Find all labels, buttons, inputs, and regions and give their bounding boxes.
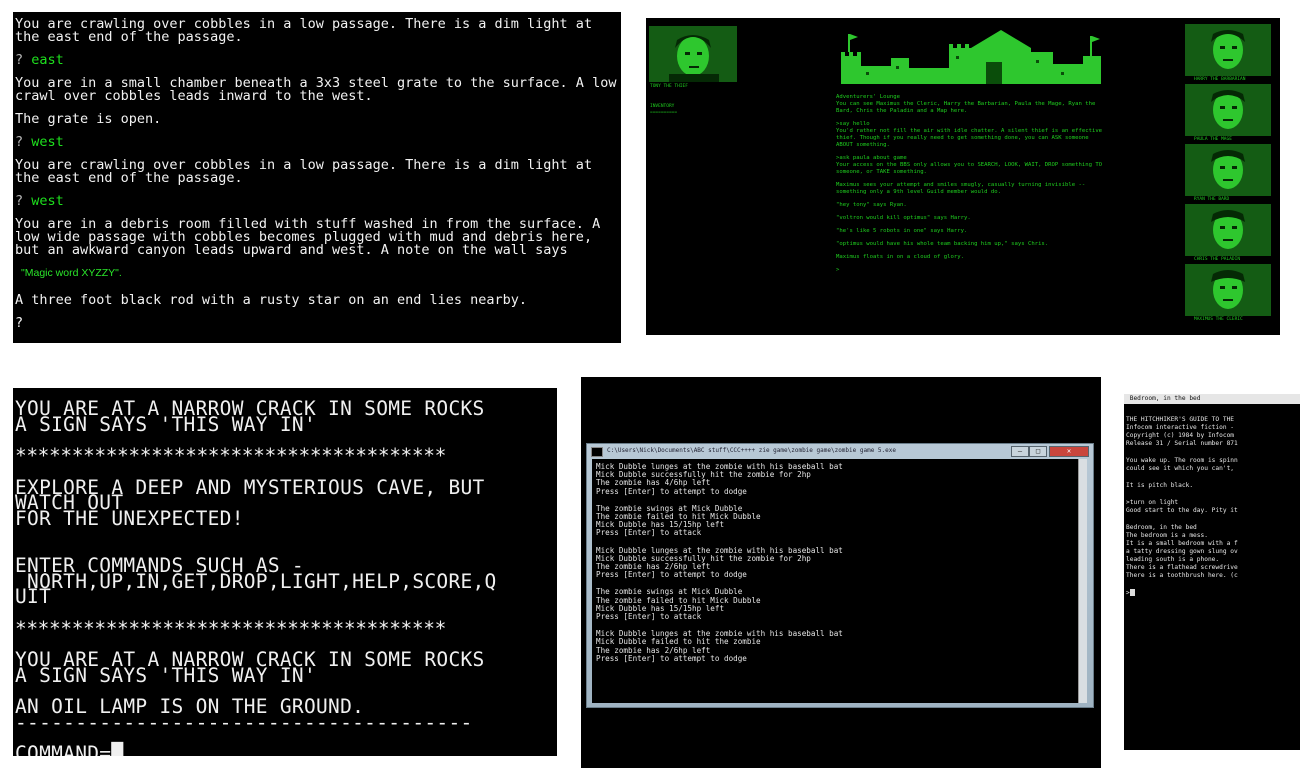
status-bar: Bedroom, in the bed (1124, 394, 1300, 404)
window-titlebar[interactable]: C:\Users\Nick\Documents\ABC stuff\CCC+++… (587, 444, 1093, 458)
room-description: The grate is open. (15, 111, 162, 127)
story-line: Maximus sees your attempt and smiles smu… (836, 182, 1089, 195)
hitchhiker-transcript: THE HITCHHIKER'S GUIDE TO THE Infocom in… (1124, 404, 1300, 598)
party-portrait (1185, 84, 1271, 136)
screen-line: NORTH,UP,IN,GET,DROP,LIGHT,HELP,SCORE,Q (15, 569, 497, 593)
party-portrait (1185, 204, 1271, 256)
inventory-underline: ========== (650, 110, 678, 115)
player-command: west (31, 193, 64, 209)
minimize-button[interactable]: – (1011, 446, 1029, 457)
input-line[interactable]: > (1126, 589, 1300, 598)
console-app-icon (591, 447, 603, 457)
party-portrait (1185, 264, 1271, 316)
command-line: ? east (15, 52, 621, 68)
story-line: >ask paula about game Your access on the… (836, 155, 1103, 175)
cave-transcript-panel: You are crawling over cobbles in a low p… (13, 12, 621, 343)
zombie-game-panel: C:\Users\Nick\Documents\ABC stuff\CCC+++… (581, 377, 1101, 768)
party-caption: PAULA THE MAGE (1194, 137, 1232, 142)
prompt: ? (15, 134, 24, 150)
screen-line: -------------------------------------- (15, 710, 473, 734)
screen-line: ************************************** (15, 616, 446, 640)
room-description: You are crawling over cobbles in a low p… (15, 157, 601, 186)
transcript-block: Bedroom, in the bed The bedroom is a mes… (1126, 524, 1238, 579)
room-description: You are in a debris room filled with stu… (15, 216, 609, 258)
player-command: east (31, 52, 64, 68)
window-title: C:\Users\Nick\Documents\ABC stuff\CCC+++… (607, 447, 896, 454)
screen-line: ************************************** (15, 444, 446, 467)
combat-log-block: The zombie swings at Mick Dubble The zom… (596, 587, 761, 622)
maximize-button[interactable]: □ (1029, 446, 1047, 457)
command-line: ? west (15, 193, 621, 209)
room-description: A three foot black rod with a rusty star… (15, 292, 528, 308)
party-portrait (1185, 144, 1271, 196)
prompt: ? (15, 193, 24, 209)
story-line: "optimus would have his whole team backi… (836, 241, 1049, 247)
transcript-block: THE HITCHHIKER'S GUIDE TO THE Infocom in… (1126, 416, 1238, 447)
room-description: You are crawling over cobbles in a low p… (15, 16, 601, 45)
party-caption: CHRIS THE PALADIN (1194, 257, 1241, 262)
tony-thief-portrait (649, 26, 737, 82)
transcript-block: >turn on light Good start to the day. Pi… (1126, 499, 1238, 514)
wall-note: "Magic word XYZZY". (21, 267, 122, 279)
story-line: Adventurers' Lounge You can see Maximus … (836, 94, 1096, 114)
combat-log-block: Mick Dubble lunges at the zombie with hi… (596, 462, 843, 496)
screen-line: FOR THE UNEXPECTED! (15, 506, 244, 530)
player-command: west (31, 134, 64, 150)
adventurers-lounge-panel: TONY THE THIEF INVENTORY ========== Adve… (646, 18, 1280, 335)
cursor-icon (1129, 589, 1135, 596)
transcript-block: It is pitch black. (1126, 482, 1194, 489)
castle-banner-image (836, 26, 1106, 88)
lounge-story-text: Adventurers' Lounge You can see Maximus … (836, 94, 1106, 280)
story-line: > (836, 267, 840, 273)
console-window: C:\Users\Nick\Documents\ABC stuff\CCC+++… (586, 443, 1094, 708)
narrow-crack-panel: YOU ARE AT A NARROW CRACK IN SOME ROCKS A… (13, 388, 557, 756)
combat-log-block: Mick Dubble lunges at the zombie with hi… (596, 629, 843, 663)
room-description: ? (15, 315, 24, 331)
combat-log-block: Mick Dubble lunges at the zombie with hi… (596, 545, 843, 580)
command-line: ? west (15, 134, 621, 150)
room-description: You are in a small chamber beneath a 3x3… (15, 75, 617, 104)
combat-log-block: The zombie swings at Mick Dubble The zom… (596, 503, 761, 538)
story-line: "voltron would kill optimus" says Harry. (836, 215, 971, 221)
party-caption: RYAN THE BARD (1194, 197, 1230, 202)
console-scrollbar[interactable] (1078, 459, 1087, 703)
console-output: Mick Dubble lunges at the zombie with hi… (592, 459, 1082, 703)
command-prompt[interactable]: COMMAND=█ (15, 744, 557, 756)
hitchhiker-panel: Bedroom, in the bed THE HITCHHIKER'S GUI… (1124, 394, 1300, 750)
transcript-block: You wake up. The room is spinn could see… (1126, 457, 1238, 472)
tony-caption: TONY THE THIEF (650, 84, 688, 89)
story-line: "he's like 5 robots in one" says Harry. (836, 228, 968, 234)
story-line: >say hello You'd rather not fill the air… (836, 121, 1103, 148)
party-caption: HARRY THE BARBARIAN (1194, 77, 1246, 82)
party-portrait (1185, 24, 1271, 76)
story-line: Maximus floats in on a cloud of glory. (836, 254, 964, 260)
prompt: ? (15, 52, 24, 68)
party-caption: MAXIMUS THE CLERIC (1194, 317, 1243, 322)
inventory-link[interactable]: INVENTORY (650, 104, 674, 109)
close-button[interactable]: ✕ (1049, 446, 1089, 457)
story-line: "hey tony" says Ryan. (836, 202, 907, 208)
